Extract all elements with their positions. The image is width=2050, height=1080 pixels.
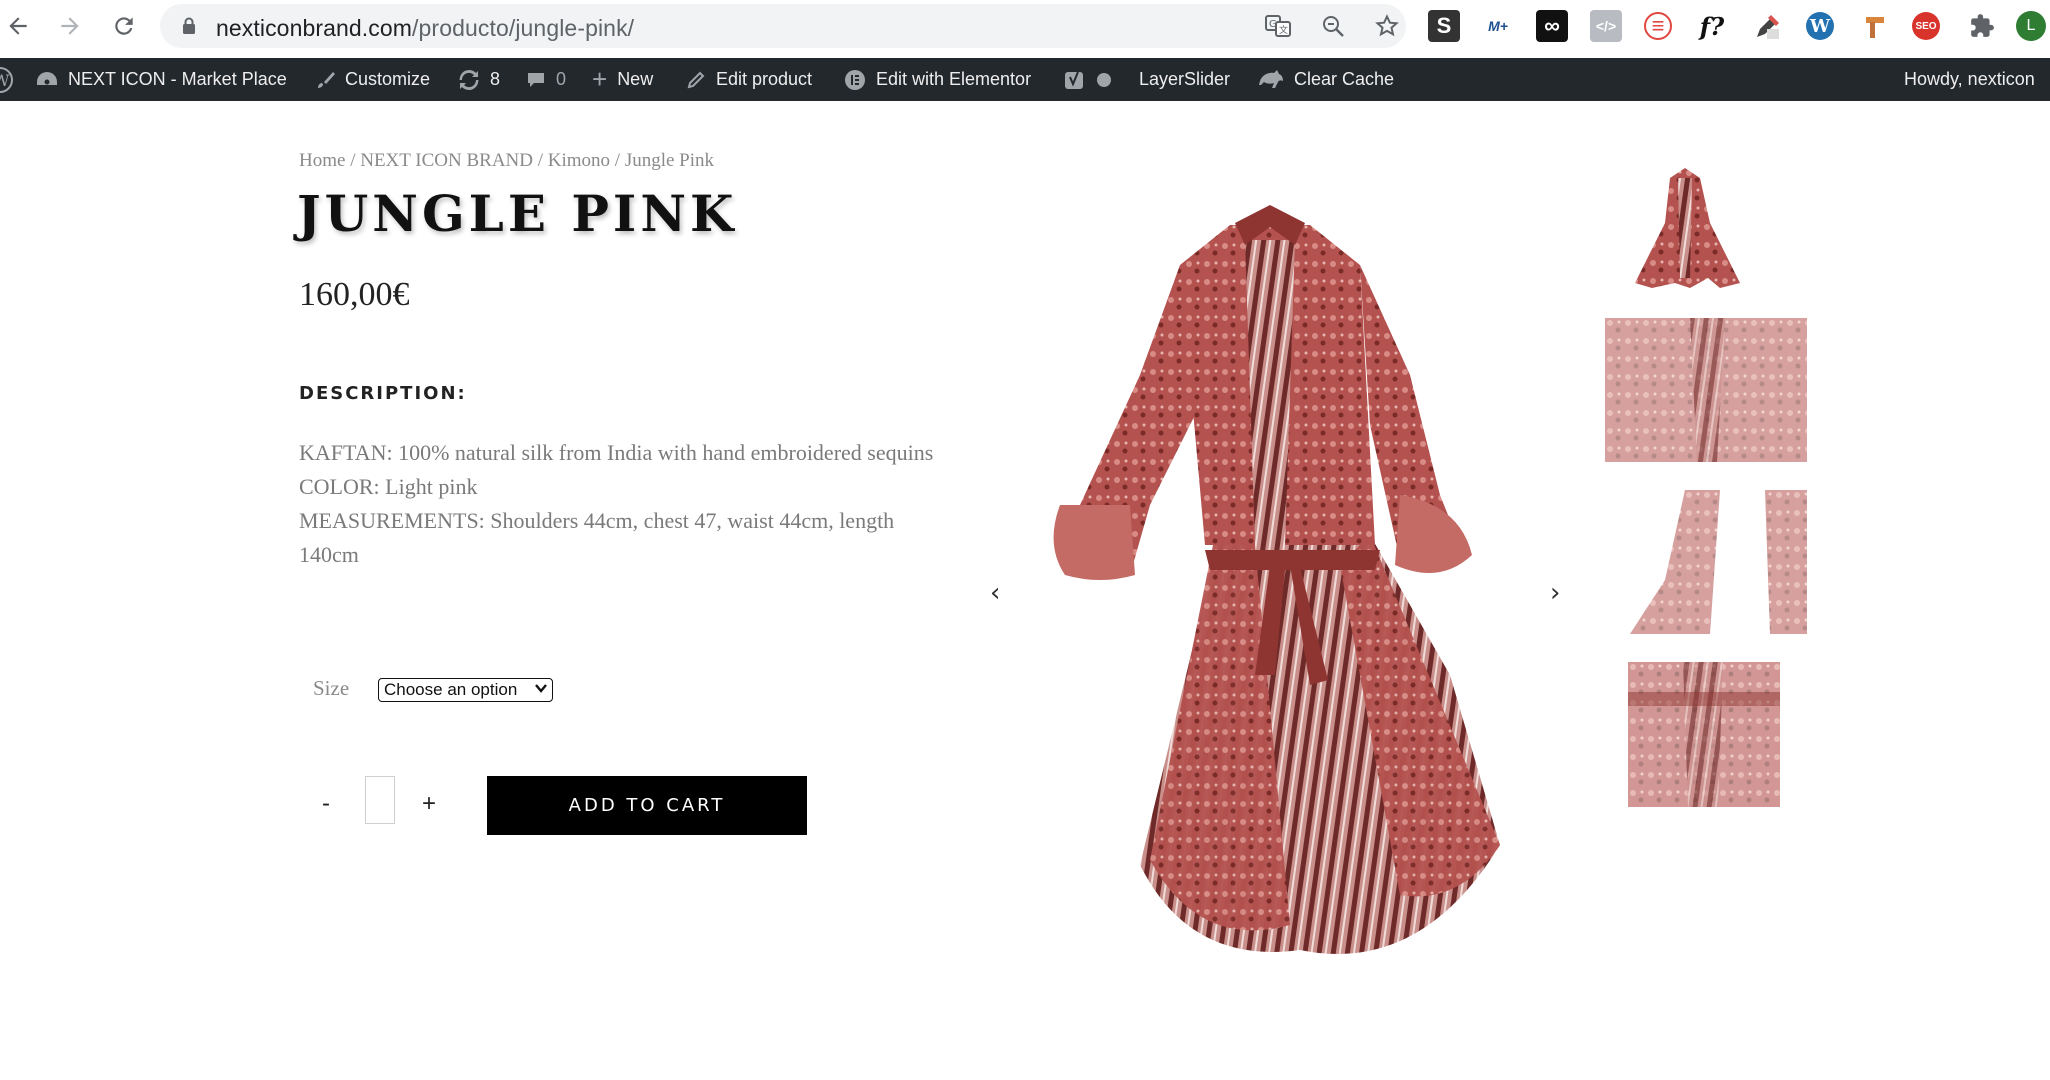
admin-yoast[interactable]	[1064, 58, 1122, 101]
chevron-down-icon	[534, 681, 548, 698]
product-description: KAFTAN: 100% natural silk from India wit…	[299, 436, 939, 572]
lock-icon	[183, 17, 195, 34]
description-heading: DESCRIPTION:	[299, 383, 467, 404]
customize-label: Customize	[345, 69, 431, 89]
url-text: nexticonbrand.com/producto/jungle-pink/	[216, 15, 634, 42]
new-label: New	[617, 69, 654, 89]
seo-status-dot-icon	[1096, 72, 1112, 88]
arrow-left-icon	[9, 17, 27, 35]
howdy-label: Howdy, nexticon	[1904, 69, 2035, 89]
gallery-thumbnail-1[interactable]	[1630, 168, 1745, 293]
address-bar[interactable]: nexticonbrand.com/producto/jungle-pink/ …	[160, 4, 1406, 48]
admin-edit-product[interactable]: Edit product	[686, 58, 812, 101]
size-label: Size	[313, 676, 350, 700]
back-button[interactable]	[0, 8, 36, 44]
description-line: KAFTAN: 100% natural silk from India wit…	[299, 440, 934, 465]
ext-movistar-icon[interactable]: M+	[1482, 10, 1514, 42]
ext-s-icon[interactable]: S	[1428, 10, 1460, 42]
wp-admin-bar: W NEXT ICON - Market Place Customize 8 0…	[0, 58, 2050, 101]
comment-icon	[526, 70, 546, 90]
dashboard-icon	[36, 70, 58, 90]
url-path: /producto/jungle-pink/	[412, 15, 635, 41]
size-select-value: Choose an option	[384, 680, 518, 699]
cheetah-icon	[1258, 69, 1284, 91]
profile-avatar[interactable]: L	[2016, 11, 2046, 41]
breadcrumb: Home / NEXT ICON BRAND / Kimono / Jungle…	[299, 150, 714, 172]
gallery-prev-button[interactable]: ‹	[990, 578, 1000, 608]
size-select[interactable]: Choose an option	[378, 678, 553, 702]
pencil-icon	[686, 70, 706, 90]
site-name-label: NEXT ICON - Market Place	[68, 69, 287, 89]
ext-infinity-icon[interactable]: ∞	[1536, 10, 1568, 42]
gallery-thumbnail-4[interactable]	[1628, 662, 1780, 807]
svg-text:文: 文	[1279, 24, 1288, 36]
breadcrumb-separator: /	[614, 150, 621, 171]
admin-edit-elementor[interactable]: Edit with Elementor	[844, 58, 1031, 101]
admin-customize[interactable]: Customize	[315, 58, 430, 101]
admin-clear-cache[interactable]: Clear Cache	[1258, 58, 1394, 101]
wp-logo-icon[interactable]: W	[0, 58, 14, 101]
reload-button[interactable]	[106, 8, 142, 44]
url-host: nexticonbrand.com	[216, 15, 413, 41]
extensions-puzzle-icon[interactable]	[1966, 10, 1998, 42]
breadcrumb-separator: /	[537, 150, 544, 171]
star-bookmark-icon[interactable]	[1374, 13, 1400, 39]
yoast-icon	[1064, 69, 1086, 91]
ext-font-icon[interactable]: f?	[1696, 10, 1728, 42]
elementor-icon	[844, 69, 866, 91]
admin-howdy[interactable]: Howdy, nexticon	[1904, 58, 2035, 101]
quantity-decrement-button[interactable]: -	[322, 790, 330, 818]
quantity-input[interactable]	[365, 776, 395, 824]
admin-layerslider[interactable]: LayerSlider	[1139, 58, 1230, 101]
brush-icon	[315, 70, 335, 90]
quantity-increment-button[interactable]: +	[422, 790, 436, 818]
arrow-right-icon	[61, 17, 79, 35]
forward-button[interactable]	[52, 8, 88, 44]
ext-hammer-icon[interactable]	[1860, 10, 1892, 42]
admin-new[interactable]: + New	[592, 58, 653, 101]
breadcrumb-home[interactable]: Home	[299, 150, 345, 171]
breadcrumb-brand[interactable]: NEXT ICON BRAND	[360, 150, 533, 171]
gallery-thumbnail-2[interactable]	[1605, 318, 1807, 462]
clear-cache-label: Clear Cache	[1294, 69, 1395, 89]
product-price: 160,00€	[299, 276, 410, 313]
product-title: JUNGLE PINK	[297, 184, 738, 243]
plus-icon: +	[592, 64, 608, 94]
description-line: COLOR: Light pink	[299, 474, 478, 499]
admin-site-name[interactable]: NEXT ICON - Market Place	[36, 58, 287, 101]
ext-code-icon[interactable]: </>	[1590, 10, 1622, 42]
updates-count: 8	[490, 69, 501, 89]
zoom-icon[interactable]	[1320, 13, 1346, 39]
svg-text:W: W	[0, 71, 10, 90]
product-main-image[interactable]	[1040, 205, 1560, 975]
updates-icon	[458, 69, 480, 90]
browser-toolbar: nexticonbrand.com/producto/jungle-pink/ …	[0, 0, 2050, 52]
admin-comments[interactable]: 0	[526, 58, 566, 101]
edit-elementor-label: Edit with Elementor	[876, 69, 1032, 89]
ext-feed-icon[interactable]: ≡	[1644, 12, 1672, 40]
ext-seo-icon[interactable]: SEO	[1912, 12, 1940, 40]
add-to-cart-button[interactable]: ADD TO CART	[487, 776, 807, 835]
layerslider-label: LayerSlider	[1139, 69, 1231, 89]
breadcrumb-current: Jungle Pink	[624, 150, 715, 171]
admin-updates[interactable]: 8	[458, 58, 500, 101]
translate-icon[interactable]: G文	[1265, 13, 1291, 39]
reload-icon	[115, 17, 133, 35]
ext-wordpress-icon[interactable]: W	[1806, 12, 1834, 40]
edit-product-label: Edit product	[716, 69, 813, 89]
comments-count: 0	[556, 69, 567, 89]
breadcrumb-separator: /	[350, 150, 356, 171]
ext-eyedropper-icon[interactable]	[1752, 10, 1784, 42]
gallery-thumbnail-3[interactable]	[1630, 490, 1807, 634]
description-line: MEASUREMENTS: Shoulders 44cm, chest 47, …	[299, 508, 895, 567]
breadcrumb-category[interactable]: Kimono	[548, 150, 610, 171]
